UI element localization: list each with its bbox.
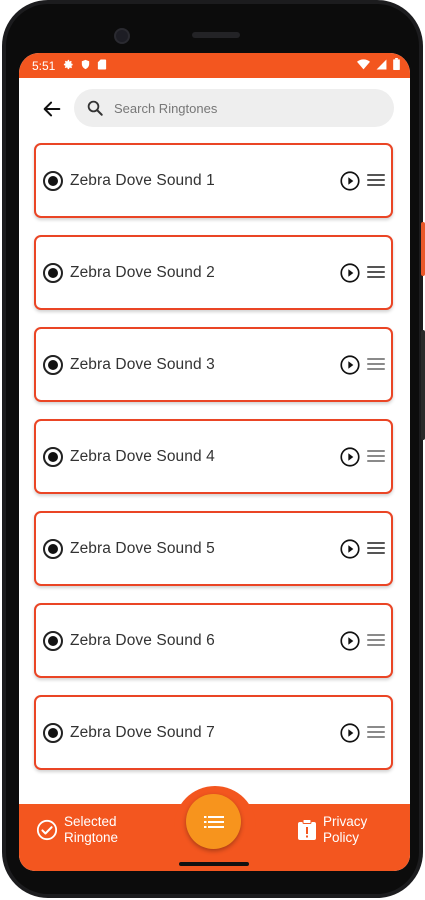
radio-selected-dot <box>48 175 58 186</box>
radio-button[interactable] <box>43 722 63 743</box>
ringtone-title: Zebra Dove Sound 5 <box>70 539 215 557</box>
status-bar: 5:51 <box>19 53 410 78</box>
wifi-icon <box>357 58 370 73</box>
ringtone-item-6[interactable]: Zebra Dove Sound 6 <box>34 603 393 678</box>
menu-icon[interactable] <box>367 450 385 464</box>
ringtone-title: Zebra Dove Sound 3 <box>70 355 215 373</box>
status-time: 5:51 <box>32 58 56 73</box>
selected-ringtone-label: Selected Ringtone <box>64 814 119 845</box>
menu-icon[interactable] <box>367 542 385 556</box>
menu-icon[interactable] <box>367 634 385 648</box>
signal-icon <box>376 59 387 73</box>
phone-frame: 5:51 Search Ringtones Zebra Dove Sound 1… <box>2 0 425 898</box>
radio-selected-dot <box>48 727 58 738</box>
ringtone-list: Zebra Dove Sound 1 Zebra Dove Sound 2 Ze… <box>34 143 393 787</box>
play-icon[interactable] <box>340 355 360 375</box>
menu-icon[interactable] <box>367 174 385 188</box>
radio-button[interactable] <box>43 538 63 559</box>
selected-ringtone-nav[interactable]: Selected Ringtone <box>36 814 130 846</box>
radio-selected-dot <box>48 451 58 462</box>
radio-button[interactable] <box>43 446 63 467</box>
play-icon[interactable] <box>340 539 360 559</box>
ringtone-item-5[interactable]: Zebra Dove Sound 5 <box>34 511 393 586</box>
ringtone-title: Zebra Dove Sound 2 <box>70 263 215 281</box>
settings-icon <box>63 59 74 73</box>
clipboard-alert-icon <box>298 819 316 840</box>
search-row <box>19 89 410 129</box>
ringtone-item-2[interactable]: Zebra Dove Sound 2 <box>34 235 393 310</box>
home-indicator <box>179 862 249 866</box>
shield-icon <box>80 59 91 73</box>
radio-selected-dot <box>48 543 58 554</box>
play-icon[interactable] <box>340 723 360 743</box>
menu-icon[interactable] <box>367 726 385 740</box>
menu-icon[interactable] <box>367 266 385 280</box>
radio-selected-dot <box>48 635 58 646</box>
front-camera <box>114 28 130 44</box>
radio-selected-dot <box>48 359 58 370</box>
radio-selected-dot <box>48 267 58 278</box>
ringtone-item-1[interactable]: Zebra Dove Sound 1 <box>34 143 393 218</box>
radio-button[interactable] <box>43 630 63 651</box>
ringtone-item-4[interactable]: Zebra Dove Sound 4 <box>34 419 393 494</box>
volume-button <box>421 330 425 440</box>
ringtone-item-7[interactable]: Zebra Dove Sound 7 <box>34 695 393 770</box>
radio-button[interactable] <box>43 262 63 283</box>
ringtone-item-3[interactable]: Zebra Dove Sound 3 <box>34 327 393 402</box>
search-input[interactable] <box>112 99 376 117</box>
list-icon <box>203 815 224 828</box>
play-icon[interactable] <box>340 447 360 467</box>
radio-button[interactable] <box>43 170 63 191</box>
privacy-policy-label: Privacy Policy <box>323 814 368 845</box>
back-button[interactable] <box>41 98 65 120</box>
bottom-navigation: Selected Ringtone Privacy Policy <box>19 786 410 871</box>
play-icon[interactable] <box>340 631 360 651</box>
battery-icon <box>393 58 400 73</box>
radio-button[interactable] <box>43 354 63 375</box>
ringtone-title: Zebra Dove Sound 4 <box>70 447 215 465</box>
arrow-left-icon <box>43 101 61 117</box>
search-icon <box>87 100 103 116</box>
play-icon[interactable] <box>340 171 360 191</box>
earpiece-speaker <box>192 32 240 38</box>
sd-card-icon <box>97 58 107 73</box>
list-fab-button[interactable] <box>186 794 241 849</box>
ringtone-title: Zebra Dove Sound 7 <box>70 723 215 741</box>
power-button <box>421 222 425 276</box>
app-screen: 5:51 Search Ringtones Zebra Dove Sound 1… <box>19 53 410 871</box>
ringtone-title: Zebra Dove Sound 1 <box>70 171 215 189</box>
play-icon[interactable] <box>340 263 360 283</box>
ringtone-title: Zebra Dove Sound 6 <box>70 631 215 649</box>
privacy-policy-nav[interactable]: Privacy Policy <box>297 814 389 846</box>
check-circle-icon <box>36 819 58 841</box>
search-bar[interactable] <box>74 89 394 127</box>
menu-icon[interactable] <box>367 358 385 372</box>
